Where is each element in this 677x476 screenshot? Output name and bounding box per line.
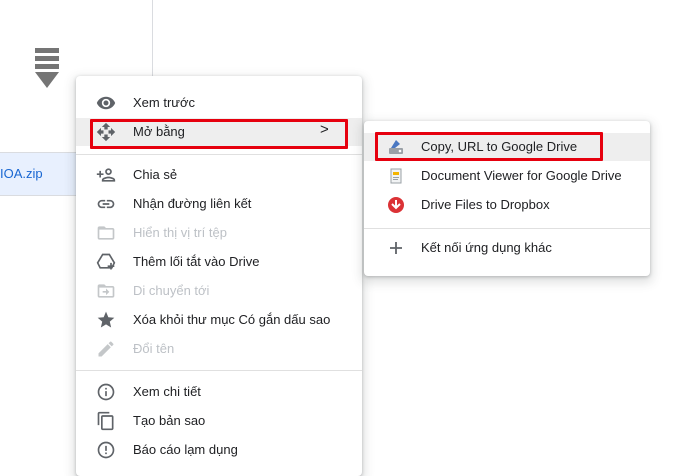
menu-item-remove-starred[interactable]: Xóa khỏi thư mục Có gắn dấu sao: [76, 306, 362, 334]
menu-item-label: Xóa khỏi thư mục Có gắn dấu sao: [133, 312, 331, 327]
menu-divider: [76, 154, 362, 155]
menu-item-label: Đổi tên: [133, 341, 175, 356]
document-viewer-app-icon: [387, 167, 405, 185]
menu-item-label: Nhận đường liên kết: [133, 196, 252, 211]
menu-item-add-shortcut[interactable]: Thêm lối tắt vào Drive: [76, 248, 362, 276]
submenu-item-drive-to-dropbox[interactable]: Drive Files to Dropbox: [364, 191, 650, 219]
menu-divider: [76, 370, 362, 371]
plus-icon: [387, 239, 405, 257]
context-menu: Xem trước Mở bằng > Chia sẻ Nhận đường l…: [76, 76, 362, 476]
pencil-icon: [96, 339, 116, 359]
dropbox-app-icon: [387, 196, 405, 214]
menu-item-label: Xem trước: [133, 95, 196, 110]
report-icon: [96, 440, 116, 460]
menu-item-move-to: Di chuyển tới: [76, 277, 362, 305]
menu-item-label: Di chuyển tới: [133, 283, 210, 298]
open-with-highlight-box: [90, 119, 348, 149]
file-name: IOA.zip: [0, 166, 43, 181]
menu-item-get-link[interactable]: Nhận đường liên kết: [76, 190, 362, 218]
menu-item-rename: Đổi tên: [76, 335, 362, 363]
menu-item-label: Tạo bản sao: [133, 413, 206, 428]
submenu-item-document-viewer[interactable]: Document Viewer for Google Drive: [364, 162, 650, 190]
menu-item-share[interactable]: Chia sẻ: [76, 161, 362, 189]
menu-item-label: Xem chi tiết: [133, 384, 201, 399]
folder-icon: [96, 223, 116, 243]
submenu-item-label: Kết nối ứng dụng khác: [421, 240, 552, 255]
copy-url-highlight-box: [375, 132, 603, 161]
menu-item-label: Hiển thị vị trí tệp: [133, 225, 227, 240]
link-icon: [96, 194, 116, 214]
menu-item-preview[interactable]: Xem trước: [76, 89, 362, 117]
menu-item-show-file-location: Hiển thị vị trí tệp: [76, 219, 362, 247]
menu-item-report-abuse[interactable]: Báo cáo lạm dụng: [76, 436, 362, 464]
person-add-icon: [96, 165, 116, 185]
submenu-item-label: Document Viewer for Google Drive: [421, 168, 622, 183]
add-shortcut-drive-icon: [96, 252, 116, 272]
menu-item-view-details[interactable]: Xem chi tiết: [76, 378, 362, 406]
menu-item-label: Thêm lối tắt vào Drive: [133, 254, 260, 269]
menu-item-label: Báo cáo lạm dụng: [133, 442, 238, 457]
info-icon: [96, 382, 116, 402]
background-divider: [152, 0, 153, 80]
move-to-folder-icon: [96, 281, 116, 301]
submenu-item-connect-more-apps[interactable]: Kết nối ứng dụng khác: [364, 234, 650, 262]
menu-item-label: Chia sẻ: [133, 167, 178, 182]
star-icon: [96, 310, 116, 330]
submenu-divider: [364, 228, 650, 229]
open-with-submenu: Copy, URL to Google Drive Document Viewe…: [364, 121, 650, 276]
download-icon: [33, 48, 61, 90]
menu-item-make-copy[interactable]: Tạo bản sao: [76, 407, 362, 435]
submenu-item-label: Drive Files to Dropbox: [421, 197, 550, 212]
copy-icon: [96, 411, 116, 431]
eye-icon: [96, 93, 116, 113]
